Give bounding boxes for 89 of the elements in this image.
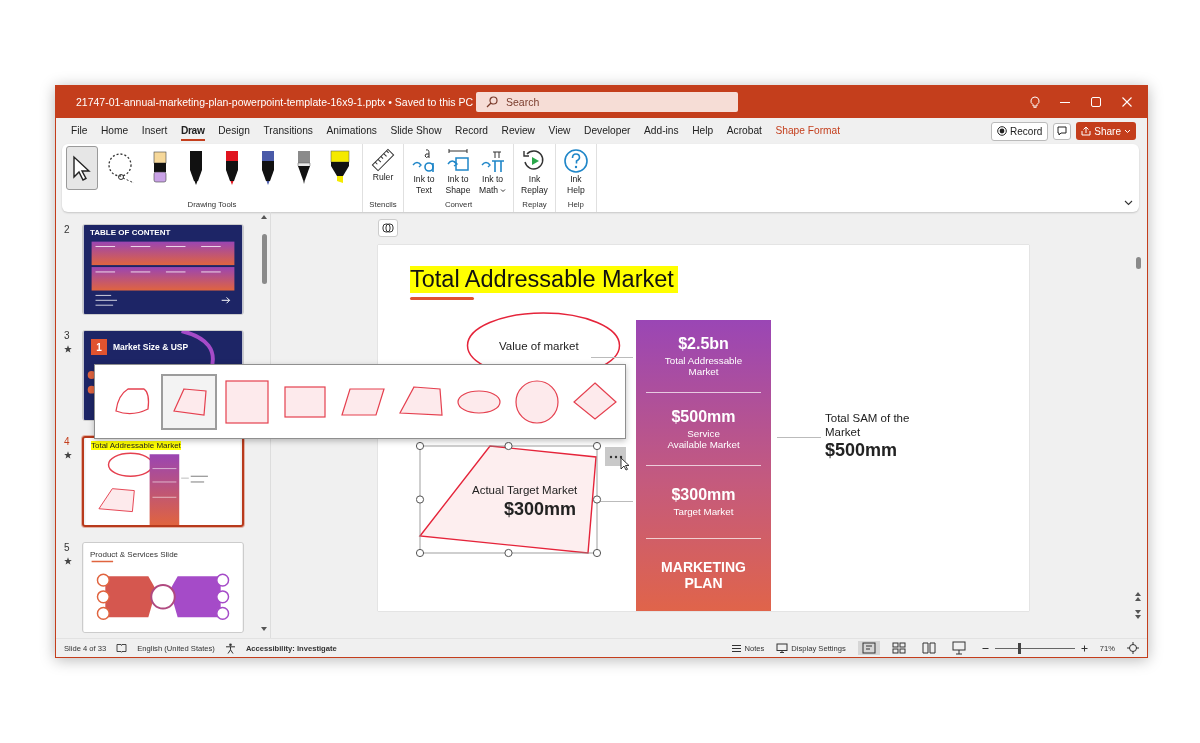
menu-tab[interactable]: Home [101,121,129,141]
copilot-button[interactable] [378,219,398,237]
sam-label: Total SAM of the Market [825,412,910,440]
ribbon-button[interactable]: Ink Help [559,146,592,196]
metric-value: $300mm [671,486,736,505]
slide-thumbnail[interactable]: Total Addressable Market [82,436,244,527]
normal-view-icon [860,640,877,656]
fit-to-window-icon[interactable] [1127,642,1139,654]
slideshow-view-icon [950,640,967,656]
shape-value: $300mm [504,499,577,520]
menu-tab[interactable]: Animations [326,121,377,141]
ribbon-button[interactable]: Ink to Text [408,146,440,196]
notes-icon [730,643,742,653]
menu-tab[interactable]: Draw [180,121,205,141]
close-icon[interactable] [1121,96,1133,108]
metric-value: $500mm [671,407,736,426]
comments-button[interactable] [1053,122,1072,140]
slide-number: 4 [64,436,70,447]
section-number: 1 [91,339,107,355]
circle-shape-icon [514,378,560,425]
menu-tab[interactable]: Help [692,121,714,141]
ink-to-text-icon [411,148,437,174]
slider-thumb[interactable] [1017,642,1021,654]
ribbon-button[interactable]: Ink Replay [518,146,551,196]
metric-value: $2.5bn [678,334,729,353]
slide-thumbnail[interactable]: TABLE OF CONTENT [82,224,244,315]
sorter-view-icon [890,640,907,656]
comment-icon [1057,126,1068,136]
thumbnail-title: Market Size & USP [113,342,189,352]
bubble-label: Value of market [499,340,579,352]
display-icon [776,643,789,653]
accessibility-icon[interactable] [224,642,236,654]
slide-number: 3 [64,330,70,341]
lightbulb-icon[interactable] [1030,96,1040,108]
book-icon[interactable] [116,643,128,653]
menu-tab[interactable]: Acrobat [726,121,762,141]
square-shape-icon [224,378,270,425]
zoom-in-icon[interactable] [1080,644,1088,652]
metric-label: Service Available Market [667,427,740,451]
eraser-icon [152,151,168,185]
copilot-icon [382,222,394,234]
slide-number: 2 [64,224,70,235]
menu-tab[interactable]: Transitions [263,121,313,141]
thumbnail-title: Product & Services Slide [90,550,179,559]
menu-tab[interactable]: Insert [141,121,168,141]
ribbon-button[interactable]: Ruler [367,146,399,183]
metric-label: Target Market [673,506,734,518]
ink-to-shape-icon [445,148,471,174]
caret-icon [1124,128,1131,134]
menu-tab[interactable]: Slide Show [390,121,442,141]
share-button[interactable]: Share [1076,122,1136,140]
sam-value: $500mm [825,439,899,461]
menu-tab[interactable]: Design [218,121,250,141]
ribbon-button[interactable]: Ink to Shape [442,146,474,196]
record-button[interactable]: Record [991,121,1049,141]
select-tool[interactable] [66,146,98,190]
shape-option[interactable] [161,373,217,430]
metric-label: Total Addressable Market [664,354,743,378]
maximize-icon[interactable] [1090,96,1102,108]
ink-to-math-icon [479,148,506,174]
menu-tab[interactable]: Record [455,121,488,141]
search-icon [486,96,498,108]
slide-thumbnail[interactable]: Product & Services Slide [82,542,244,633]
menu-tab[interactable]: View [548,121,571,141]
shape-label: Actual Target Market [472,484,578,496]
menu-tab[interactable]: Review [501,121,535,141]
collapse-ribbon-icon[interactable] [1124,200,1133,206]
title-underline [410,297,474,300]
normal-view-button[interactable] [857,641,880,655]
thumbnail-title: Total Addressable Market [91,441,181,450]
menu-tab[interactable]: Add-ins [644,121,679,141]
document-title: 21747-01-annual-marketing-plan-powerpoint-template-16x9-1.pptx • Saved to this PC [76,96,474,108]
slide-title: Total Addressable Market [410,266,678,293]
mouse-cursor-icon [620,457,630,471]
search-field[interactable]: Search [476,92,738,112]
column-heading: MARKETING PLAN [661,558,746,592]
ribbon-button[interactable]: Ink to Math [476,146,510,196]
slide-number: 5 [64,542,70,553]
quadrilateral-shape[interactable] [416,442,602,559]
menu-tab[interactable]: Shape Format [775,121,841,141]
pointer-icon [71,155,93,181]
reading-view-icon [920,640,937,656]
record-icon [997,126,1008,136]
menu-tab[interactable]: Developer [584,121,631,141]
dots-icon [608,454,623,459]
share-icon [1081,126,1092,136]
help-icon [562,148,589,174]
thumbnail-title: TABLE OF CONTENT [90,228,171,237]
menu-tab[interactable]: File [71,121,88,141]
